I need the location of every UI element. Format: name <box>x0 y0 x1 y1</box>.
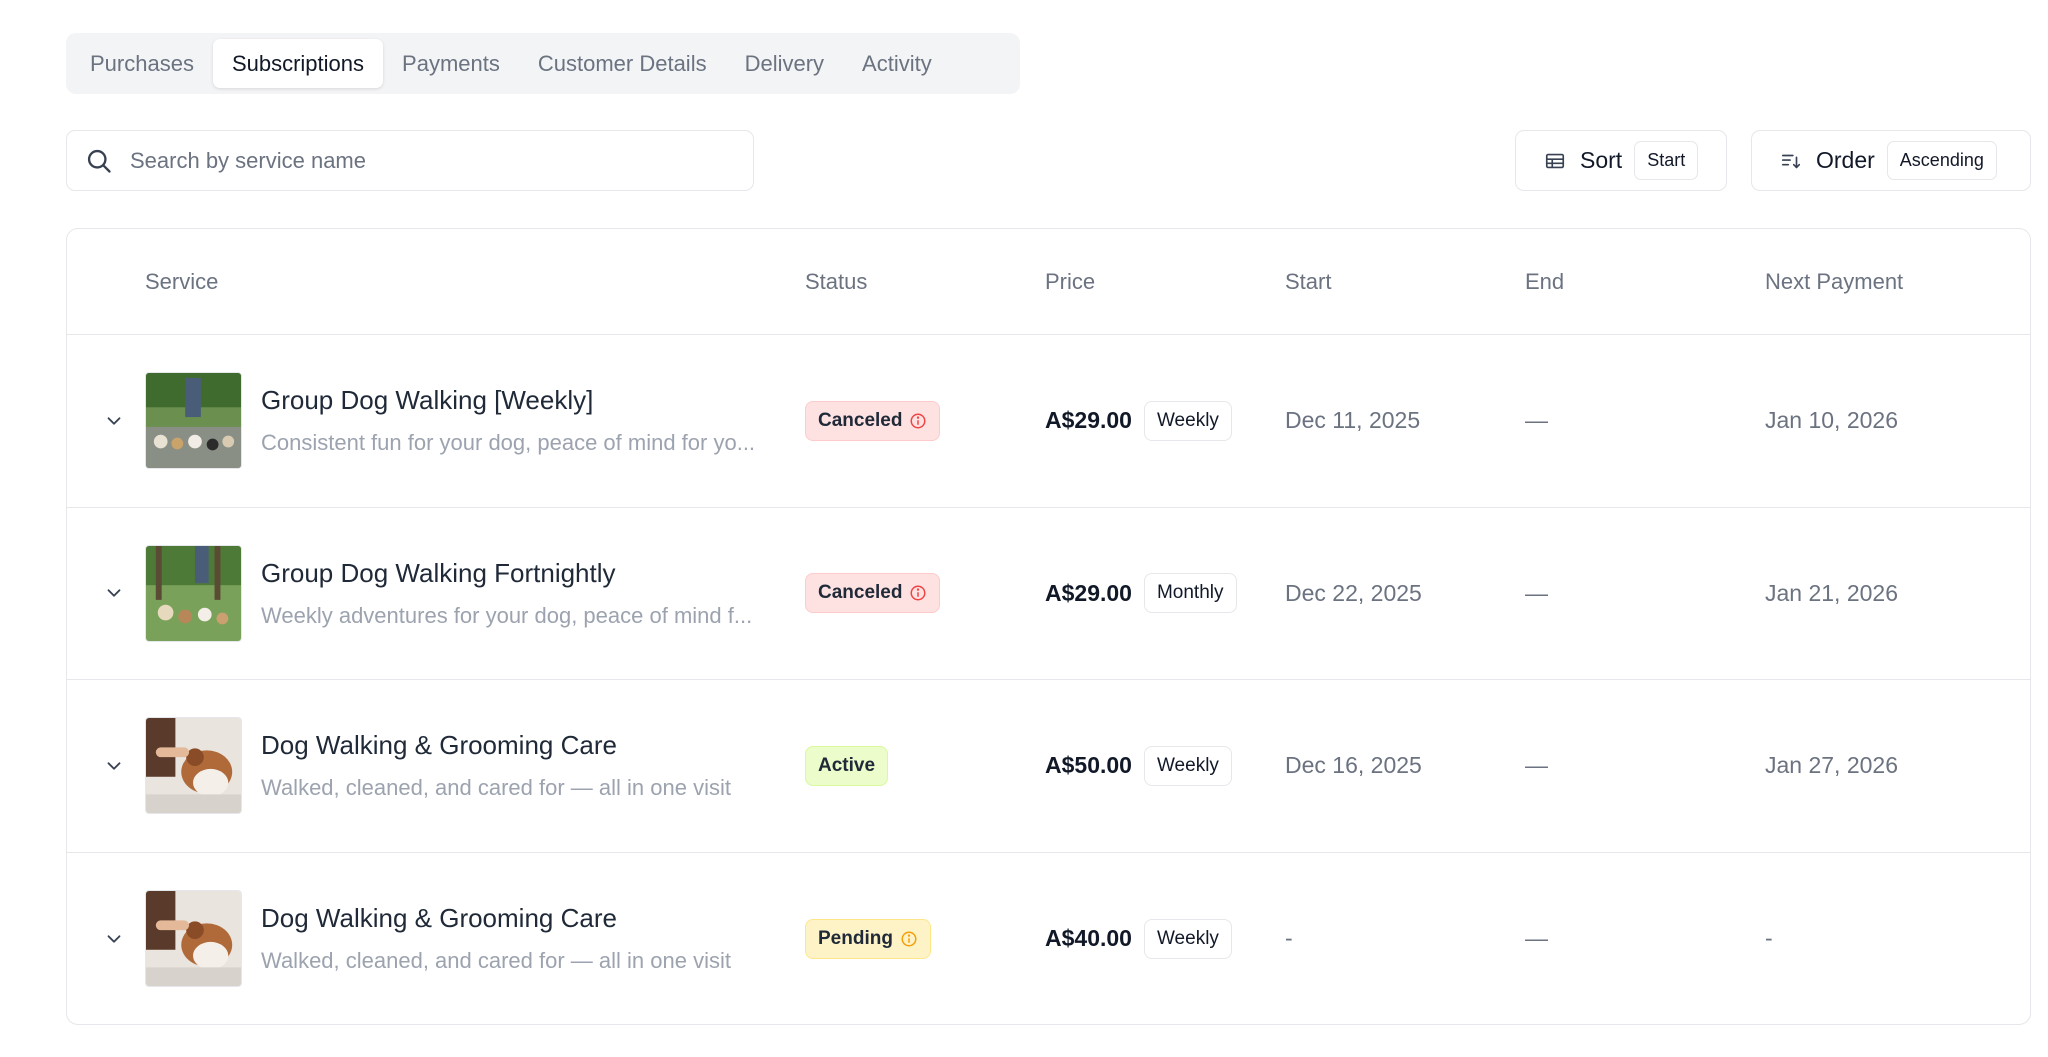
tab-subscriptions[interactable]: Subscriptions <box>212 39 384 88</box>
table-row[interactable]: Dog Walking & Grooming Care Walked, clea… <box>67 680 2030 853</box>
status-label: Canceled <box>818 409 903 431</box>
status-label: Canceled <box>818 582 903 604</box>
column-header-end: End <box>1525 269 1565 294</box>
tab-bar: Purchases Subscriptions Payments Custome… <box>66 33 1020 94</box>
sort-descending-icon <box>1781 154 1801 168</box>
search-input[interactable] <box>130 147 710 174</box>
service-name: Group Dog Walking [Weekly] <box>261 385 594 416</box>
column-header-service: Service <box>145 269 219 294</box>
expand-row-button[interactable] <box>99 853 129 1025</box>
table-row[interactable]: Group Dog Walking [Weekly] Consistent fu… <box>67 335 2030 508</box>
column-header-start: Start <box>1285 269 1332 294</box>
service-description: Walked, cleaned, and cared for — all in … <box>261 948 731 974</box>
tab-delivery[interactable]: Delivery <box>726 39 843 88</box>
tab-payments[interactable]: Payments <box>383 39 519 88</box>
frequency-badge: Weekly <box>1143 745 1232 786</box>
tab-activity[interactable]: Activity <box>843 39 951 88</box>
table-icon <box>1545 153 1565 168</box>
service-name: Dog Walking & Grooming Care <box>261 730 617 761</box>
tab-purchases[interactable]: Purchases <box>71 39 213 88</box>
next-payment-date: Jan 21, 2026 <box>1765 579 1899 606</box>
service-thumbnail <box>145 717 242 814</box>
next-payment-date: Jan 10, 2026 <box>1765 407 1899 434</box>
service-thumbnail <box>145 544 242 642</box>
column-header-price: Price <box>1045 269 1096 294</box>
service-thumbnail <box>145 372 242 469</box>
status-label: Pending <box>818 927 893 949</box>
service-name: Group Dog Walking Fortnightly <box>261 557 616 588</box>
search-icon <box>87 149 111 173</box>
chevron-down-icon <box>107 417 121 425</box>
sort-value: Start <box>1634 141 1699 180</box>
price-amount: A$40.00 <box>1045 925 1132 952</box>
chevron-down-icon <box>107 589 121 597</box>
column-header-next-payment: Next Payment <box>1765 269 1904 294</box>
search-box <box>66 130 754 191</box>
end-date: — <box>1525 579 1548 606</box>
info-icon[interactable] <box>909 584 927 602</box>
chevron-down-icon <box>107 762 121 770</box>
start-date: - <box>1285 925 1293 952</box>
status-badge: Pending <box>805 918 931 959</box>
service-name: Dog Walking & Grooming Care <box>261 903 617 934</box>
expand-row-button[interactable] <box>99 680 129 852</box>
service-description: Walked, cleaned, and cared for — all in … <box>261 775 731 801</box>
next-payment-date: Jan 27, 2026 <box>1765 752 1899 779</box>
frequency-badge: Weekly <box>1143 918 1232 959</box>
price-amount: A$50.00 <box>1045 752 1132 779</box>
service-description: Consistent fun for your dog, peace of mi… <box>261 430 756 456</box>
table-row[interactable]: Dog Walking & Grooming Care Walked, clea… <box>67 853 2030 1025</box>
price-amount: A$29.00 <box>1045 579 1132 606</box>
price-amount: A$29.00 <box>1045 407 1132 434</box>
sort-button[interactable]: Sort Start <box>1515 130 1727 191</box>
status-label: Active <box>818 754 876 776</box>
end-date: — <box>1525 752 1548 779</box>
sort-label: Sort <box>1580 147 1623 173</box>
tab-customer-details[interactable]: Customer Details <box>519 39 726 88</box>
subscriptions-table: Service Status Price Start End Next Paym… <box>66 228 2031 1025</box>
status-badge: Canceled <box>805 573 941 614</box>
order-value: Ascending <box>1886 141 1997 180</box>
table-header: Service Status Price Start End Next Paym… <box>67 229 2030 335</box>
next-payment-date: - <box>1765 925 1773 952</box>
column-header-status: Status <box>805 269 868 294</box>
expand-row-button[interactable] <box>99 508 129 680</box>
start-date: Dec 11, 2025 <box>1285 407 1421 434</box>
info-icon[interactable] <box>909 412 927 430</box>
end-date: — <box>1525 407 1548 434</box>
frequency-badge: Monthly <box>1143 573 1237 614</box>
service-description: Weekly adventures for your dog, peace of… <box>261 602 753 628</box>
frequency-badge: Weekly <box>1143 400 1232 441</box>
expand-row-button[interactable] <box>99 335 129 507</box>
start-date: Dec 22, 2025 <box>1285 579 1422 606</box>
chevron-down-icon <box>107 935 121 943</box>
end-date: — <box>1525 925 1548 952</box>
order-label: Order <box>1816 147 1875 173</box>
order-button[interactable]: Order Ascending <box>1751 130 2031 191</box>
status-badge: Canceled <box>805 400 941 441</box>
table-row[interactable]: Group Dog Walking Fortnightly Weekly adv… <box>67 508 2030 680</box>
service-thumbnail <box>145 889 242 987</box>
status-badge: Active <box>805 745 889 786</box>
info-icon[interactable] <box>900 930 918 948</box>
start-date: Dec 16, 2025 <box>1285 752 1422 779</box>
